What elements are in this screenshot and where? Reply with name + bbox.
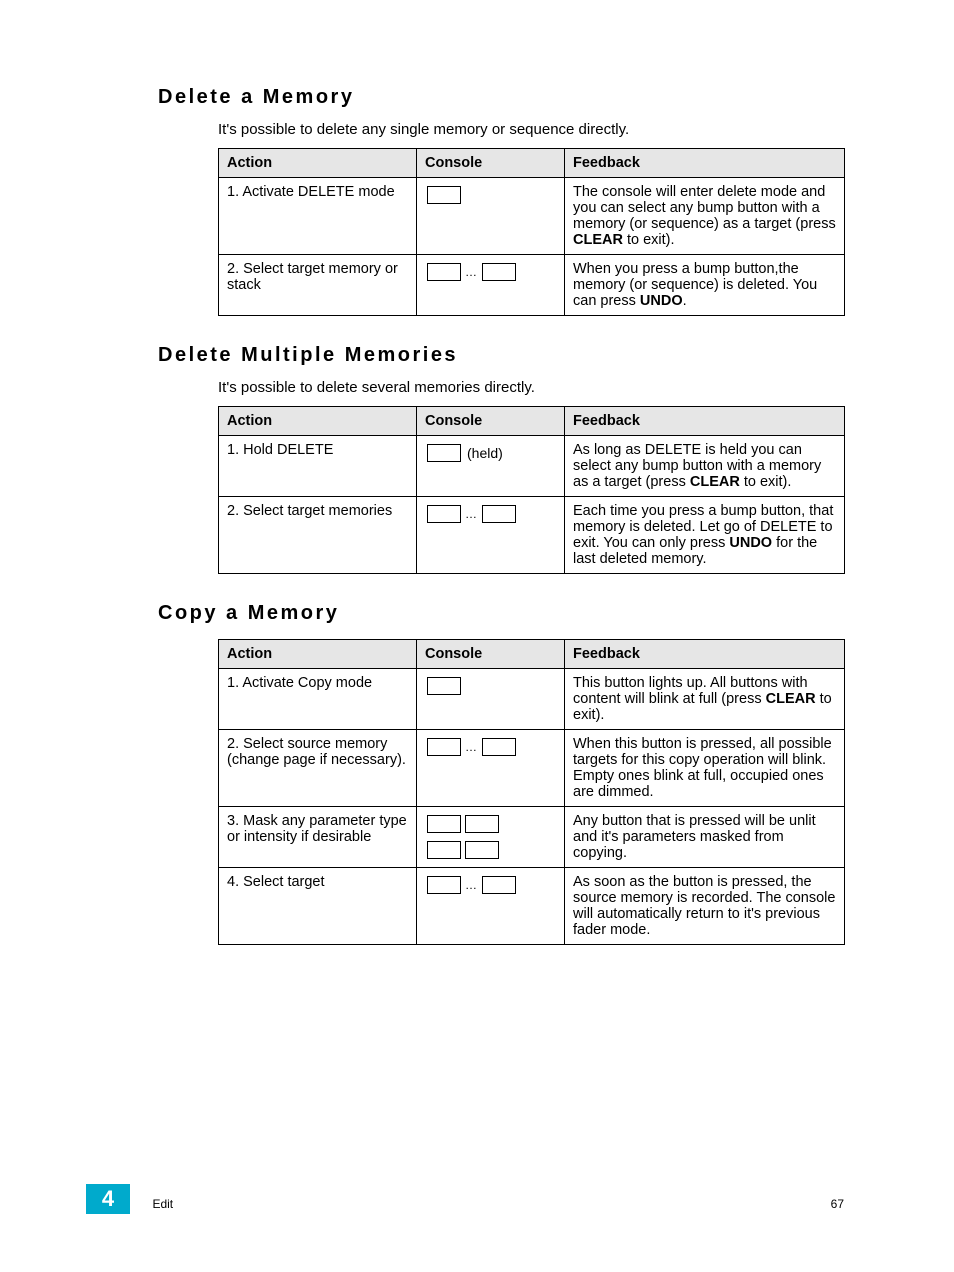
ellipsis-icon: … [465, 505, 478, 523]
button-icon [427, 444, 461, 462]
button-icon [482, 263, 516, 281]
cell-console: … [417, 255, 565, 316]
cell-console: (held) [417, 436, 565, 497]
cell-action: 2. Select target memories [219, 497, 417, 574]
cell-action: 1. Activate DELETE mode [219, 178, 417, 255]
table-row: 4. Select target … As soon as the button… [219, 868, 845, 945]
feedback-bold: UNDO [729, 535, 772, 551]
cell-console: … [417, 497, 565, 574]
feedback-bold: UNDO [640, 293, 683, 309]
feedback-text: . [683, 293, 687, 309]
cell-feedback: When you press a bump button,the memory … [565, 255, 845, 316]
th-feedback: Feedback [565, 640, 845, 669]
heading-copy-memory: Copy a Memory [158, 602, 844, 625]
cell-feedback: When this button is pressed, all possibl… [565, 730, 845, 807]
page-footer: 4 Edit 67 [0, 1184, 954, 1214]
cell-console [417, 178, 565, 255]
table-delete-multiple: Action Console Feedback 1. Hold DELETE (… [218, 406, 845, 574]
table-row: 2. Select target memories … Each time yo… [219, 497, 845, 574]
ellipsis-icon: … [465, 876, 478, 894]
chapter-badge: 4 [86, 1184, 130, 1214]
button-icon [427, 263, 461, 281]
table-row: 1. Hold DELETE (held) As long as DELETE … [219, 436, 845, 497]
button-icon [427, 677, 461, 695]
button-icon [427, 876, 461, 894]
th-action: Action [219, 149, 417, 178]
feedback-bold: CLEAR [766, 691, 816, 707]
heading-delete-multiple: Delete Multiple Memories [158, 344, 844, 367]
cell-feedback: This button lights up. All buttons with … [565, 669, 845, 730]
ellipsis-icon: … [465, 738, 478, 756]
table-row: 2. Select source memory (change page if … [219, 730, 845, 807]
chapter-title: Edit [152, 1197, 173, 1214]
cell-console [417, 807, 565, 868]
cell-feedback: As long as DELETE is held you can select… [565, 436, 845, 497]
button-icon [427, 186, 461, 204]
cell-feedback: As soon as the button is pressed, the so… [565, 868, 845, 945]
cell-action: 2. Select source memory (change page if … [219, 730, 417, 807]
intro-delete-memory: It's possible to delete any single memor… [218, 121, 844, 138]
table-row: 1. Activate DELETE mode The console will… [219, 178, 845, 255]
th-console: Console [417, 640, 565, 669]
cell-action: 1. Hold DELETE [219, 436, 417, 497]
button-icon [427, 841, 461, 859]
feedback-text: to exit). [623, 232, 675, 248]
cell-feedback: Any button that is pressed will be unlit… [565, 807, 845, 868]
th-console: Console [417, 149, 565, 178]
heading-delete-memory: Delete a Memory [158, 86, 844, 109]
table-header-row: Action Console Feedback [219, 407, 845, 436]
button-icon [465, 841, 499, 859]
feedback-text: The console will enter delete mode and y… [573, 184, 836, 232]
button-icon [427, 815, 461, 833]
feedback-text: When you press a bump button,the memory … [573, 261, 817, 309]
button-icon [427, 505, 461, 523]
table-copy-memory: Action Console Feedback 1. Activate Copy… [218, 639, 845, 945]
button-icon [482, 505, 516, 523]
table-row: 1. Activate Copy mode This button lights… [219, 669, 845, 730]
ellipsis-icon: … [465, 263, 478, 281]
cell-feedback: The console will enter delete mode and y… [565, 178, 845, 255]
held-label: (held) [467, 445, 503, 461]
cell-console: … [417, 868, 565, 945]
table-row: 2. Select target memory or stack … When … [219, 255, 845, 316]
feedback-bold: CLEAR [573, 232, 623, 248]
th-console: Console [417, 407, 565, 436]
table-header-row: Action Console Feedback [219, 149, 845, 178]
th-action: Action [219, 407, 417, 436]
cell-feedback: Each time you press a bump button, that … [565, 497, 845, 574]
cell-action: 4. Select target [219, 868, 417, 945]
feedback-bold: CLEAR [690, 474, 740, 490]
cell-action: 2. Select target memory or stack [219, 255, 417, 316]
cell-console: … [417, 730, 565, 807]
button-icon [482, 738, 516, 756]
button-icon [427, 738, 461, 756]
cell-action: 3. Mask any parameter type or intensity … [219, 807, 417, 868]
page: Delete a Memory It's possible to delete … [0, 0, 954, 1272]
page-number: 67 [831, 1197, 844, 1211]
table-delete-memory: Action Console Feedback 1. Activate DELE… [218, 148, 845, 316]
th-feedback: Feedback [565, 407, 845, 436]
th-feedback: Feedback [565, 149, 845, 178]
button-icon [482, 876, 516, 894]
table-header-row: Action Console Feedback [219, 640, 845, 669]
cell-console [417, 669, 565, 730]
cell-action: 1. Activate Copy mode [219, 669, 417, 730]
table-row: 3. Mask any parameter type or intensity … [219, 807, 845, 868]
feedback-text: to exit). [740, 474, 792, 490]
th-action: Action [219, 640, 417, 669]
intro-delete-multiple: It's possible to delete several memories… [218, 379, 844, 396]
button-icon [465, 815, 499, 833]
